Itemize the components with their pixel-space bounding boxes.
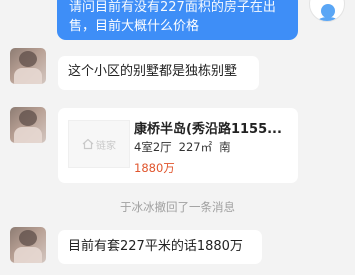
received-message-bubble[interactable]: 这个小区的别墅都是独栋别墅	[58, 56, 259, 90]
listing-price: 1880万	[134, 161, 175, 175]
sent-message-line2: 售，目前大概什么价格	[69, 19, 200, 34]
sent-message-line1: 请问目前有没有227面积的房子在出	[69, 0, 276, 15]
listing-card[interactable]: 链家 康桥半岛(秀沿路1155... 4室2厅 227㎡南 1880万	[58, 108, 298, 183]
listing-area: 227㎡	[178, 140, 213, 154]
listing-orientation: 南	[219, 140, 231, 154]
received-message-text: 目前有套227平米的话1880万	[68, 239, 243, 254]
received-message-bubble[interactable]: 目前有套227平米的话1880万	[58, 230, 262, 264]
contact-avatar[interactable]	[10, 107, 46, 143]
recall-notice: 于冰冰撤回了一条消息	[120, 200, 235, 214]
listing-thumbnail: 链家	[68, 120, 130, 168]
user-avatar-icon	[317, 4, 339, 21]
sent-message-bubble[interactable]: 请问目前有没有227面积的房子在出 售，目前大概什么价格	[57, 0, 298, 40]
listing-info: 4室2厅 227㎡南	[134, 139, 238, 155]
received-message-text: 这个小区的别墅都是独栋别墅	[68, 64, 238, 79]
listing-title: 康桥半岛(秀沿路1155...	[134, 122, 282, 137]
listing-watermark: 链家	[96, 140, 116, 152]
self-avatar[interactable]	[309, 0, 345, 22]
listing-rooms: 4室2厅	[134, 140, 172, 154]
contact-avatar[interactable]	[10, 48, 46, 84]
contact-avatar[interactable]	[10, 227, 46, 263]
home-icon	[82, 138, 94, 150]
